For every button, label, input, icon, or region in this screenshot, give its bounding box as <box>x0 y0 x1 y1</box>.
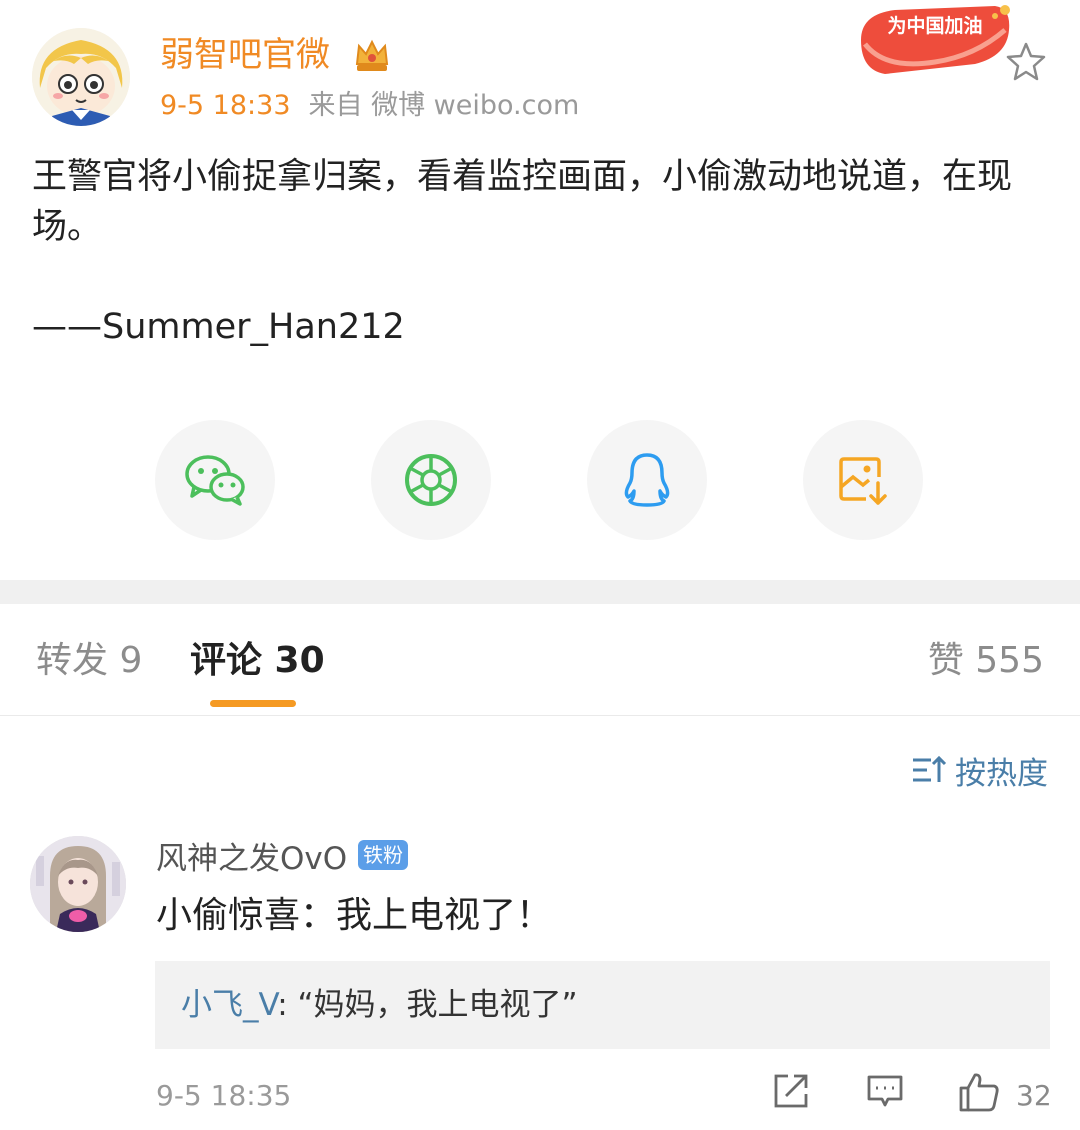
save-image-icon <box>839 457 887 505</box>
repost-comment-button[interactable] <box>772 1072 810 1114</box>
post-body: 王警官将小偷捉拿归案，看着监控画面，小偷激动地说道，在现场。 <box>32 157 1013 247</box>
comment-reply-box[interactable]: 小飞_V: “妈妈，我上电视了” <box>155 961 1050 1049</box>
active-tab-indicator <box>210 700 296 707</box>
comment-text: 小偷惊喜：我上电视了！ <box>156 895 553 936</box>
share-external-icon <box>774 1074 808 1108</box>
tab-like[interactable]: 赞 555 <box>928 638 1044 684</box>
comment-time: 9-5 18:35 <box>156 1079 292 1112</box>
favorite-star-icon[interactable] <box>1004 40 1048 84</box>
section-divider <box>0 580 1080 604</box>
post-meta: 9-5 18:33 来自 微博 weibo.com <box>160 88 579 124</box>
wechat-icon <box>185 455 245 506</box>
sort-icon <box>913 755 947 782</box>
comment-icon <box>867 1075 903 1107</box>
qq-icon <box>624 453 670 507</box>
author-name[interactable]: 弱智吧官微 <box>160 34 330 76</box>
tab-comment[interactable]: 评论 30 <box>190 638 325 684</box>
share-wechat-button[interactable] <box>155 420 275 540</box>
sort-by-hot-button[interactable]: 按热度 <box>911 748 1048 792</box>
tab-repost[interactable]: 转发 9 <box>36 638 142 684</box>
moments-icon <box>405 454 457 506</box>
comment-item: 风神之发OvO 铁粉 小偷惊喜：我上电视了！ 小飞_V: “妈妈，我上电视了” … <box>0 830 1080 1130</box>
share-moments-button[interactable] <box>371 420 491 540</box>
post-time: 9-5 18:33 <box>160 90 291 121</box>
like-comment-button[interactable] <box>958 1072 1000 1116</box>
sort-label: 按热度 <box>955 755 1048 792</box>
commenter-name[interactable]: 风神之发OvO <box>156 838 347 880</box>
share-qq-button[interactable] <box>587 420 707 540</box>
share-row <box>155 420 925 540</box>
crown-icon <box>352 36 392 76</box>
reply-username[interactable]: 小飞_V <box>181 987 277 1023</box>
post-source[interactable]: 来自 微博 weibo.com <box>309 90 580 121</box>
post-header: 弱智吧官微 9-5 18:33 来自 微博 weibo.com 为中国加油 <box>0 0 1080 140</box>
reply-text: : “妈妈，我上电视了” <box>277 987 578 1023</box>
commenter-avatar[interactable] <box>30 836 126 932</box>
reply-comment-button[interactable] <box>866 1072 904 1114</box>
interaction-tabs: 转发 9 评论 30 赞 555 <box>0 604 1080 716</box>
author-avatar[interactable] <box>32 28 130 126</box>
cheer-badge[interactable]: 为中国加油 <box>855 0 1015 78</box>
save-image-button[interactable] <box>803 420 923 540</box>
fan-badge: 铁粉 <box>358 840 408 870</box>
comment-like-count: 32 <box>1016 1079 1052 1112</box>
cheer-badge-text: 为中国加油 <box>887 14 982 37</box>
thumbs-up-icon <box>959 1073 999 1112</box>
post-signature: ——Summer_Han212 <box>32 307 405 347</box>
